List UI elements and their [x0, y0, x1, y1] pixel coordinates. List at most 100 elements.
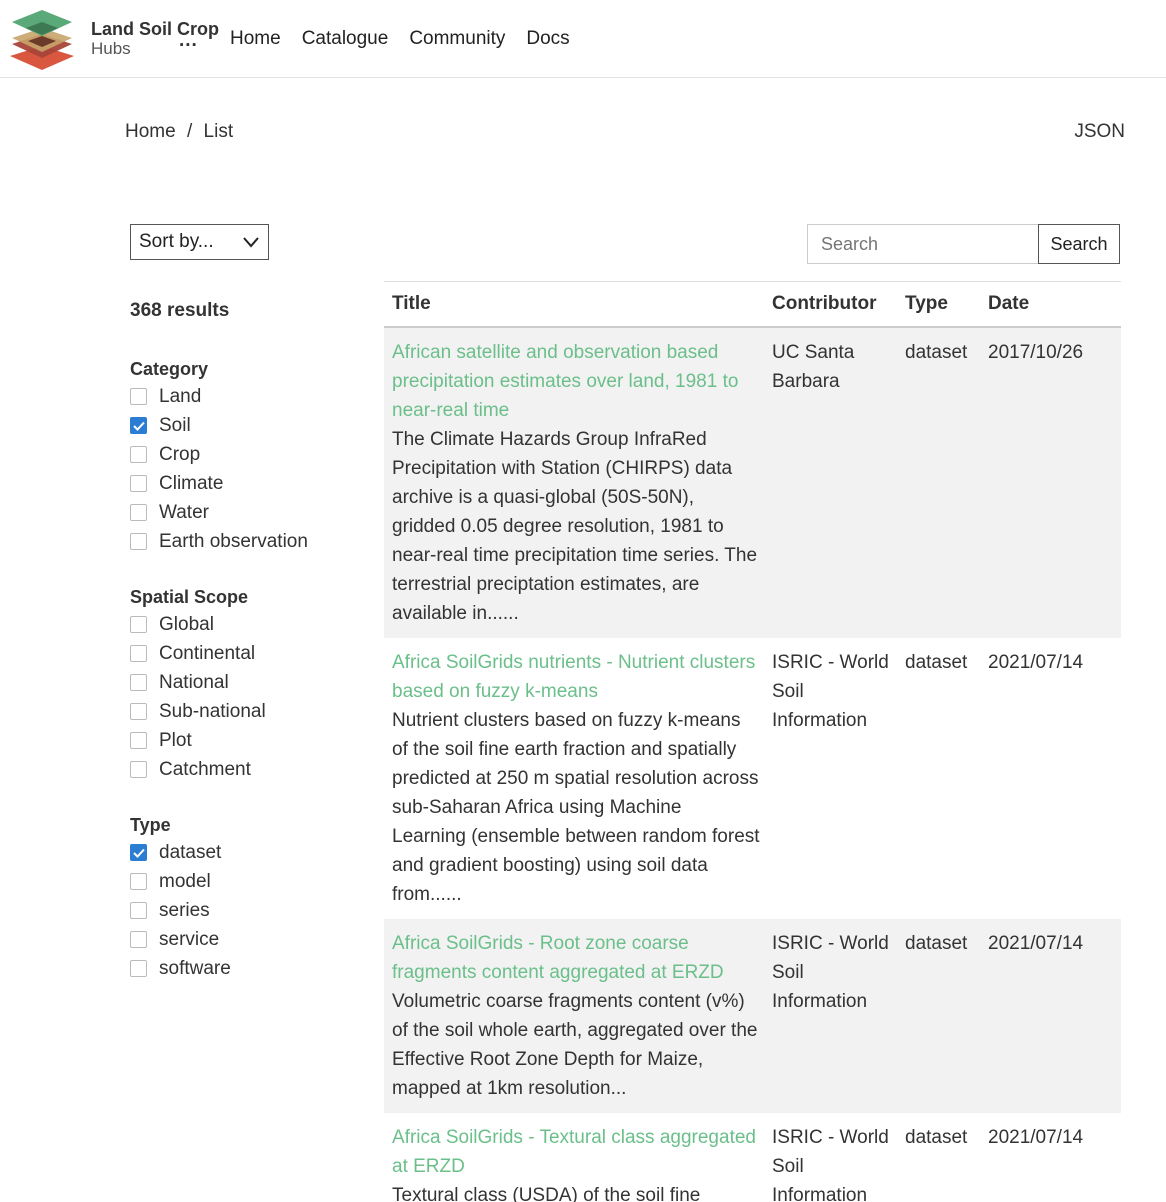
record-description: The Climate Hazards Group InfraRed Preci…: [392, 429, 758, 624]
cell-date: 2021/07/14: [988, 652, 1084, 673]
facet-group: Type dataset model series service software: [130, 812, 370, 983]
cell-title: African satellite and observation based …: [384, 338, 772, 628]
cell-type: dataset: [905, 933, 968, 954]
facet-option-label: Climate: [159, 472, 224, 494]
facet-option[interactable]: National: [130, 668, 370, 697]
checkbox[interactable]: [130, 761, 147, 778]
checkbox[interactable]: [130, 674, 147, 691]
record-title-link[interactable]: Africa SoilGrids - Textural class aggreg…: [392, 1123, 760, 1181]
facet-option-label: Water: [159, 501, 209, 523]
cell-date: 2017/10/26: [988, 342, 1084, 363]
facet-option-label: Continental: [159, 642, 256, 664]
table-row: African satellite and observation based …: [384, 328, 1121, 638]
results-table: Title Contributor Type Date African sate…: [384, 282, 1121, 1202]
column-header-contributor[interactable]: Contributor: [772, 293, 905, 315]
nav-community[interactable]: Community: [409, 28, 505, 50]
facet-option[interactable]: Continental: [130, 639, 370, 668]
checkbox[interactable]: [130, 616, 147, 633]
facet-option-label: series: [159, 899, 210, 921]
checkbox[interactable]: [130, 504, 147, 521]
cell-type: dataset: [905, 652, 968, 673]
search-button[interactable]: Search: [1038, 224, 1120, 264]
cell-date: 2021/07/14: [988, 933, 1084, 954]
nav-docs[interactable]: Docs: [526, 28, 569, 50]
column-header-title[interactable]: Title: [384, 293, 772, 315]
record-title-link[interactable]: African satellite and observation based …: [392, 338, 760, 425]
facet-option-label: dataset: [159, 841, 222, 863]
record-description: Volumetric coarse fragments content (v%)…: [392, 991, 758, 1099]
facet-title: Category: [130, 359, 209, 379]
cell-contributor: ISRIC - World Soil Information: [772, 933, 889, 1012]
facet-option[interactable]: Soil: [130, 411, 370, 440]
filter-sidebar: 368 results Category Land Soil Crop Climate W…: [130, 300, 370, 983]
checkbox[interactable]: [130, 446, 147, 463]
sort-label: Sort by...: [139, 231, 214, 252]
checkbox[interactable]: [130, 732, 147, 749]
cell-contributor: UC Santa Barbara: [772, 342, 855, 392]
checkbox[interactable]: [130, 703, 147, 720]
sort-select[interactable]: Sort by...: [130, 224, 269, 260]
facet-option[interactable]: series: [130, 896, 370, 925]
breadcrumb-separator: /: [186, 121, 193, 142]
cell-title: Africa SoilGrids - Textural class aggreg…: [384, 1123, 772, 1202]
facet-option[interactable]: Global: [130, 610, 370, 639]
facet-option[interactable]: model: [130, 867, 370, 896]
facet-option[interactable]: Catchment: [130, 755, 370, 784]
facet-option[interactable]: Water: [130, 498, 370, 527]
checkbox[interactable]: [130, 902, 147, 919]
checkbox[interactable]: [130, 873, 147, 890]
checkbox[interactable]: [130, 645, 147, 662]
cell-date: 2021/07/14: [988, 1127, 1084, 1148]
search-input[interactable]: [807, 224, 1039, 264]
land-soil-crop-logo[interactable]: [8, 8, 76, 70]
facet-option[interactable]: Land: [130, 382, 370, 411]
facet-option-label: software: [159, 957, 231, 979]
facet-title: Type: [130, 815, 171, 835]
checkbox[interactable]: [130, 417, 147, 434]
brand-title: Land Soil Crop: [91, 19, 219, 39]
main-nav: Home Catalogue Community Docs: [230, 28, 570, 50]
top-navbar: Land Soil Crop Hubs ... Home Catalogue C…: [0, 0, 1166, 78]
checkbox[interactable]: [130, 475, 147, 492]
facet-option[interactable]: Climate: [130, 469, 370, 498]
brand-name[interactable]: Land Soil Crop Hubs: [91, 19, 219, 59]
facet-option[interactable]: Sub-national: [130, 697, 370, 726]
more-menu-toggle[interactable]: ...: [179, 30, 198, 52]
facet-option[interactable]: dataset: [130, 838, 370, 867]
cell-type: dataset: [905, 342, 968, 363]
cell-title: Africa SoilGrids - Root zone coarse frag…: [384, 929, 772, 1103]
facet-option[interactable]: Crop: [130, 440, 370, 469]
cell-type: dataset: [905, 1127, 968, 1148]
nav-home[interactable]: Home: [230, 28, 281, 50]
facet-group: Spatial Scope Global Continental National Su…: [130, 584, 370, 784]
facet-option[interactable]: software: [130, 954, 370, 983]
facet-option-label: Sub-national: [159, 700, 266, 722]
cell-contributor: ISRIC - World Soil Information: [772, 1127, 889, 1202]
record-title-link[interactable]: Africa SoilGrids - Root zone coarse frag…: [392, 929, 760, 987]
facet-option[interactable]: Plot: [130, 726, 370, 755]
checkbox[interactable]: [130, 844, 147, 861]
facet-option-label: service: [159, 928, 220, 950]
facet-option-label: Soil: [159, 414, 191, 436]
facet-option-label: Land: [159, 385, 202, 407]
column-header-type[interactable]: Type: [905, 293, 988, 315]
checkbox[interactable]: [130, 533, 147, 550]
facet-option[interactable]: Earth observation: [130, 527, 370, 556]
breadcrumb: Home / List: [125, 121, 233, 143]
facet-option-label: National: [159, 671, 229, 693]
checkbox[interactable]: [130, 960, 147, 977]
table-row: Africa SoilGrids nutrients - Nutrient cl…: [384, 638, 1121, 919]
checkbox[interactable]: [130, 388, 147, 405]
facet-option-label: Crop: [159, 443, 201, 465]
facet-option[interactable]: service: [130, 925, 370, 954]
column-header-date[interactable]: Date: [988, 293, 1121, 315]
facet-option-label: Catchment: [159, 758, 251, 780]
table-row: Africa SoilGrids - Textural class aggreg…: [384, 1113, 1121, 1202]
facet-title: Spatial Scope: [130, 587, 249, 607]
nav-catalogue[interactable]: Catalogue: [302, 28, 389, 50]
breadcrumb-home[interactable]: Home: [125, 121, 176, 142]
result-count: 368 results: [130, 300, 230, 321]
record-title-link[interactable]: Africa SoilGrids nutrients - Nutrient cl…: [392, 648, 760, 706]
json-link[interactable]: JSON: [1074, 121, 1125, 143]
checkbox[interactable]: [130, 931, 147, 948]
